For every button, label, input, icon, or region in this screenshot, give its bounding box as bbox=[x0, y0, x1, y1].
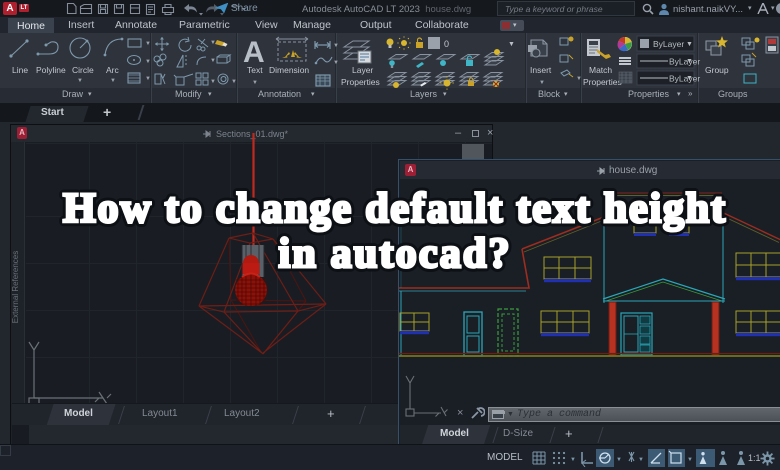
svg-text:▼: ▼ bbox=[508, 41, 515, 48]
svg-text:Insert: Insert bbox=[530, 65, 552, 75]
svg-text:Group: Group bbox=[705, 65, 729, 75]
svg-text:▼: ▼ bbox=[687, 457, 693, 463]
svg-text:▼: ▼ bbox=[333, 43, 339, 49]
svg-text:▼: ▼ bbox=[145, 59, 151, 65]
svg-text:▼: ▼ bbox=[210, 58, 216, 64]
svg-text:Line: Line bbox=[12, 65, 28, 75]
svg-text:▼: ▼ bbox=[145, 76, 151, 82]
svg-text:▼: ▼ bbox=[231, 79, 237, 85]
svg-text:Draw: Draw bbox=[62, 89, 84, 99]
svg-text:Text: Text bbox=[247, 65, 263, 75]
svg-text:▼: ▼ bbox=[686, 58, 693, 65]
svg-text:Match: Match bbox=[589, 65, 612, 75]
svg-text:ByLayer: ByLayer bbox=[653, 39, 684, 49]
svg-text:▼: ▼ bbox=[686, 41, 693, 48]
svg-text:»: » bbox=[688, 89, 693, 98]
svg-text:Layers: Layers bbox=[410, 89, 438, 99]
svg-text:Modify: Modify bbox=[175, 89, 202, 99]
svg-text:Annotation: Annotation bbox=[258, 89, 301, 99]
svg-text:1:1: 1:1 bbox=[748, 453, 761, 463]
svg-text:Properties: Properties bbox=[341, 77, 380, 87]
svg-text:Arc: Arc bbox=[106, 65, 120, 75]
svg-text:Properties: Properties bbox=[583, 77, 622, 87]
svg-text:▼: ▼ bbox=[210, 79, 216, 85]
svg-text:Properties: Properties bbox=[628, 89, 670, 99]
svg-text:ByLayer: ByLayer bbox=[669, 57, 700, 67]
svg-text:Block: Block bbox=[538, 89, 561, 99]
svg-text:▼: ▼ bbox=[539, 80, 545, 86]
svg-text:▼: ▼ bbox=[145, 41, 151, 47]
svg-text:▼: ▼ bbox=[77, 78, 83, 84]
svg-text:▼: ▼ bbox=[616, 457, 622, 463]
svg-text:Circle: Circle bbox=[72, 65, 94, 75]
svg-text:▼: ▼ bbox=[333, 60, 339, 66]
svg-text:0: 0 bbox=[444, 39, 449, 49]
svg-text:▼: ▼ bbox=[570, 457, 576, 463]
svg-text:▾: ▾ bbox=[88, 91, 92, 98]
svg-text:▾: ▾ bbox=[677, 91, 681, 98]
svg-text:Polyline: Polyline bbox=[36, 65, 66, 75]
svg-text:Groups: Groups bbox=[718, 89, 748, 99]
svg-text:▾: ▾ bbox=[564, 91, 568, 98]
svg-text:▼: ▼ bbox=[686, 75, 693, 82]
svg-text:Dimension: Dimension bbox=[269, 65, 309, 75]
svg-text:Layer: Layer bbox=[352, 65, 373, 75]
svg-text:▾: ▾ bbox=[208, 91, 212, 98]
svg-text:▼: ▼ bbox=[210, 40, 216, 46]
svg-text:▾: ▾ bbox=[443, 91, 447, 98]
svg-text:ByLayer: ByLayer bbox=[669, 74, 700, 84]
svg-text:▼: ▼ bbox=[252, 80, 258, 86]
svg-text:▼: ▼ bbox=[576, 76, 582, 82]
svg-text:▾: ▾ bbox=[311, 91, 315, 98]
svg-text:▼: ▼ bbox=[110, 78, 116, 84]
svg-text:▼: ▼ bbox=[638, 457, 644, 463]
